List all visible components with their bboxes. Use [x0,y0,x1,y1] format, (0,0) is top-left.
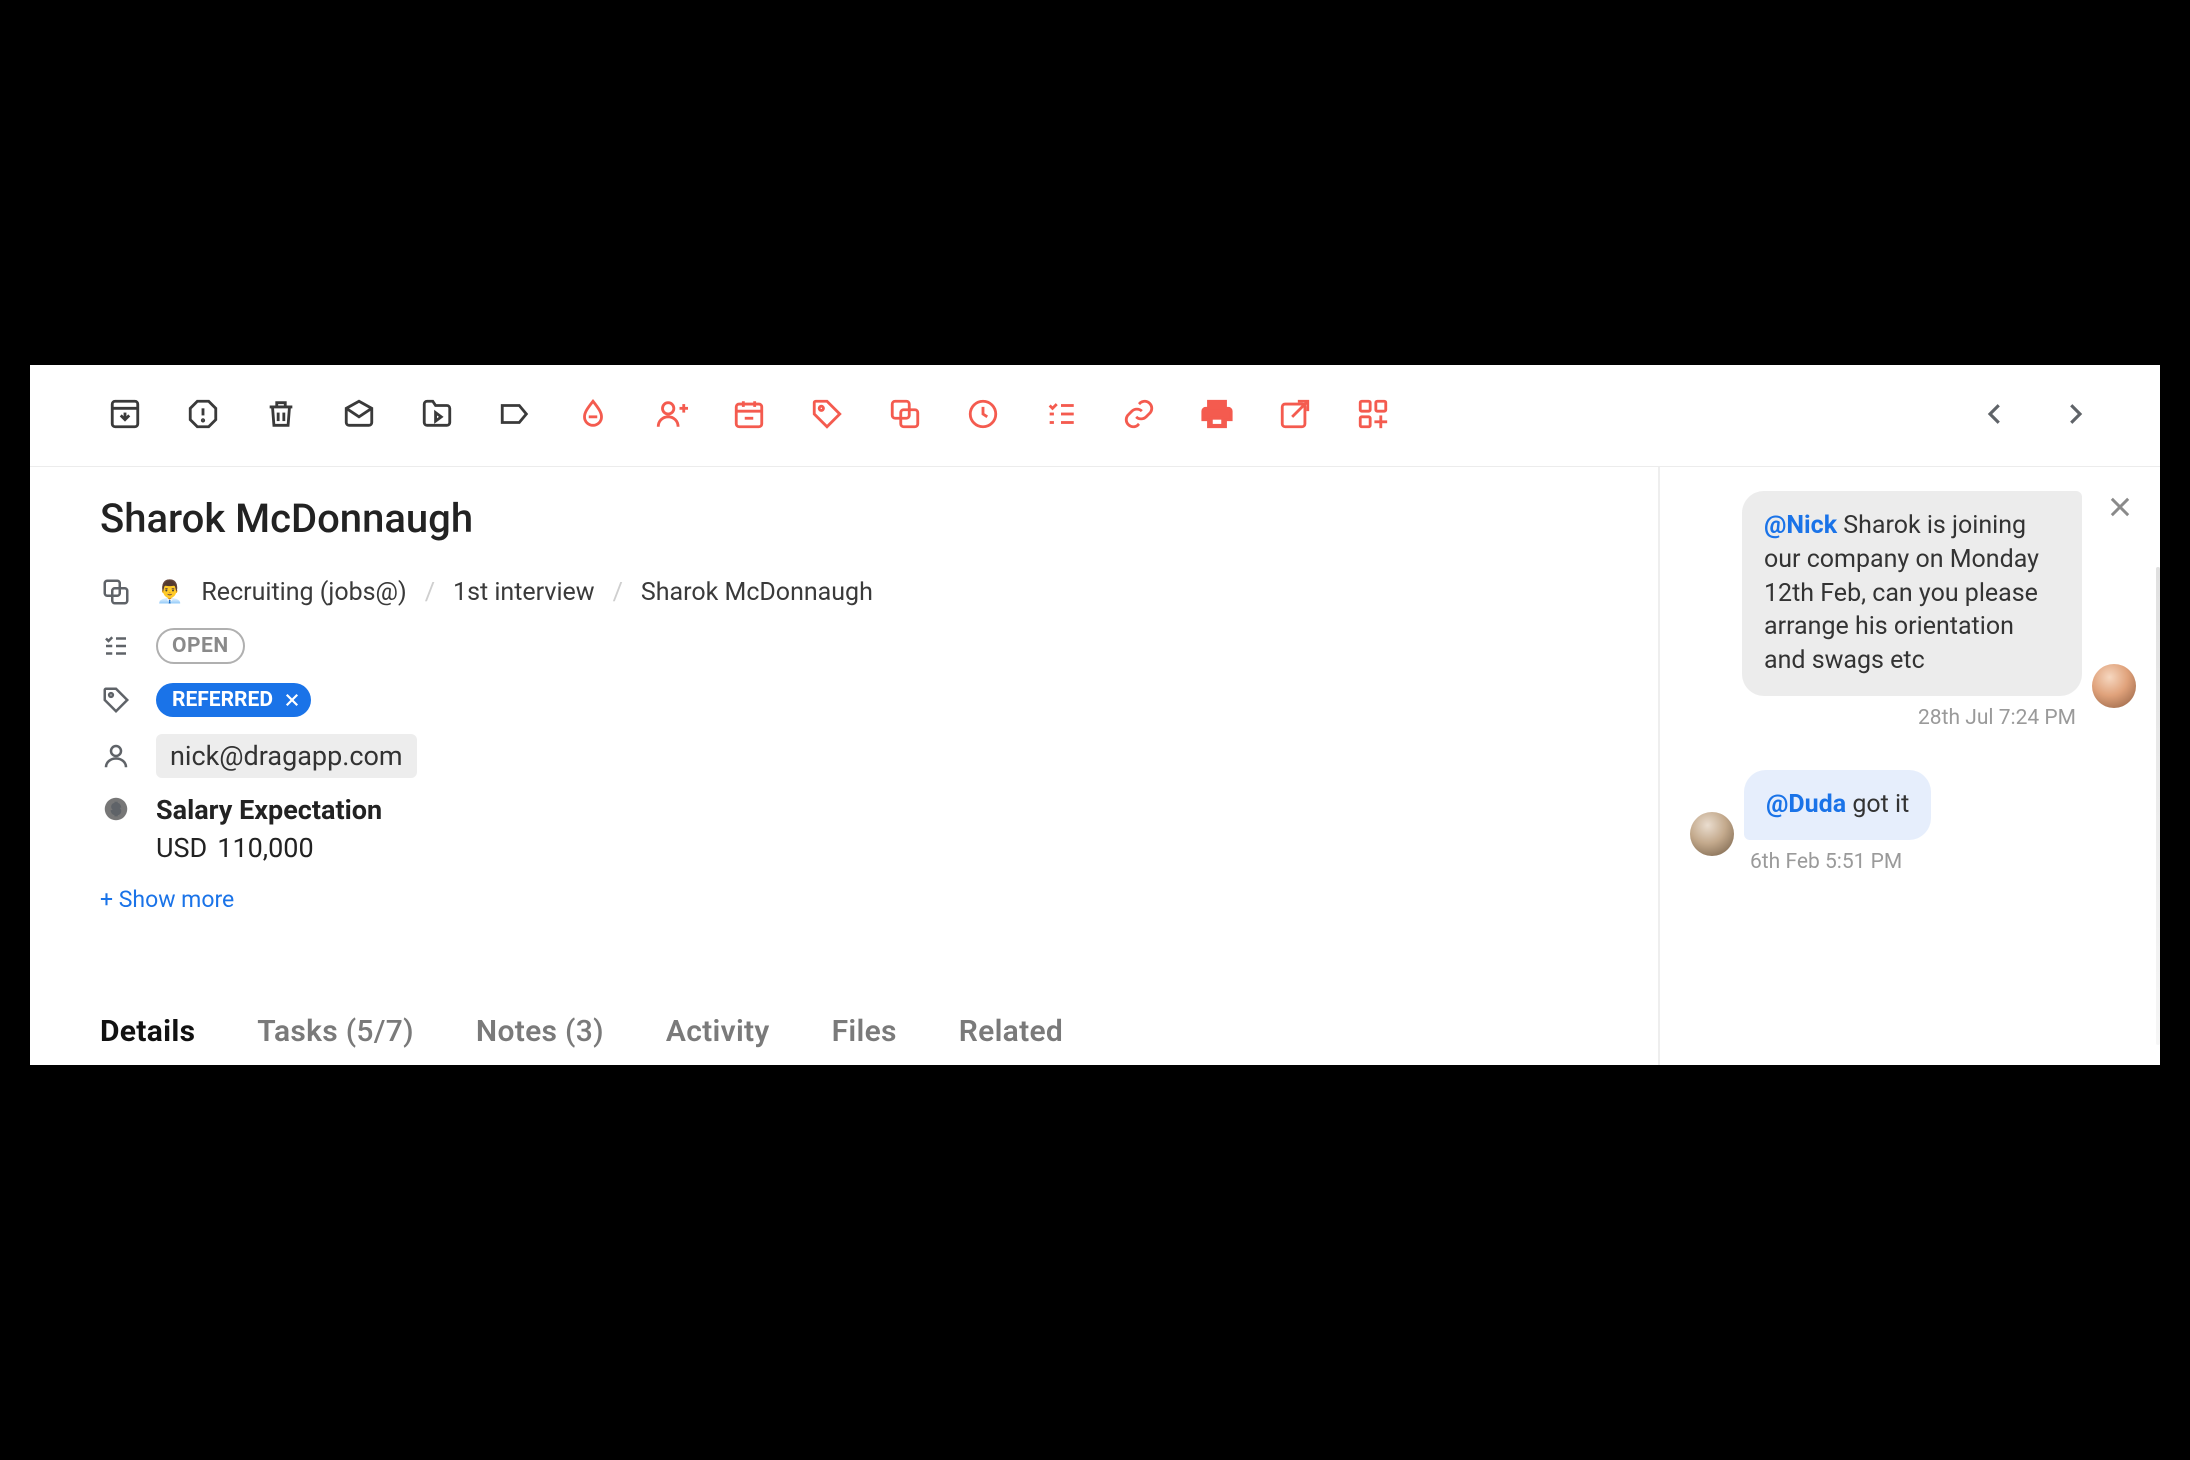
chat-mention[interactable]: @Nick [1764,511,1837,540]
board-icon [100,577,132,607]
money-icon: $ [100,794,132,824]
scrollbar[interactable] [2156,567,2160,1045]
board-emoji: 👨‍💼 [156,580,183,605]
tab-files[interactable]: Files [832,1014,897,1049]
duplicate-card-icon[interactable] [888,397,922,435]
tab-details[interactable]: Details [100,1014,195,1049]
chat-bubble: @Duda got it [1744,770,1931,840]
chat-message: @Duda got it 6th Feb 5:51 PM [1744,770,2084,874]
chat-mention[interactable]: @Duda [1766,790,1846,819]
show-more-link[interactable]: + Show more [100,886,1658,913]
breadcrumb-board[interactable]: Recruiting (jobs@) [201,578,406,607]
tab-activity[interactable]: Activity [666,1014,770,1049]
tab-notes[interactable]: Notes (3) [476,1014,604,1049]
status-badge[interactable]: OPEN [156,628,245,664]
chat-timestamp: 6th Feb 5:51 PM [1750,850,2084,874]
checklist-icon[interactable] [1044,397,1078,435]
assignee-chip[interactable]: nick@dragapp.com [156,734,417,778]
chat-message: @Nick Sharok is joining our company on M… [1742,491,2082,730]
status-icon [100,631,132,661]
move-to-icon[interactable] [420,397,454,435]
breadcrumb-row: 👨‍💼 Recruiting (jobs@) / 1st interview /… [100,568,1658,616]
snooze-icon[interactable] [966,397,1000,435]
salary-row: $ Salary Expectation USD110,000 [100,794,1658,864]
mark-unread-icon[interactable] [342,397,376,435]
card-detail-panel: Sharok McDonnaugh 👨‍💼 Recruiting (jobs@)… [30,365,2160,1065]
drop-icon[interactable] [576,397,610,435]
svg-text:$: $ [112,801,121,818]
print-icon[interactable] [1200,397,1234,435]
toolbar-icons [108,397,1390,435]
toolbar [30,365,2160,467]
tag-icon[interactable] [810,397,844,435]
tag-remove-icon[interactable] [283,691,301,709]
next-item-icon[interactable] [2060,399,2090,433]
assignee-icon [100,741,132,771]
link-icon[interactable] [1122,397,1156,435]
chat-panel: @Nick Sharok is joining our company on M… [1660,467,2160,1065]
tab-tasks[interactable]: Tasks (5/7) [257,1014,414,1049]
assignee-row: nick@dragapp.com [100,732,1658,780]
tab-related[interactable]: Related [959,1014,1063,1049]
tag-label: REFERRED [172,688,273,712]
tag-referred[interactable]: REFERRED [156,683,311,717]
avatar[interactable] [2092,664,2136,708]
status-row: OPEN [100,622,1658,670]
breadcrumb-item: Sharok McDonnaugh [641,578,873,607]
chat-timestamp: 28th Jul 7:24 PM [1742,706,2076,730]
avatar[interactable] [1690,812,1734,856]
label-icon[interactable] [498,397,532,435]
delete-icon[interactable] [264,397,298,435]
card-tabs: Details Tasks (5/7) Notes (3) Activity F… [100,1014,1618,1065]
tags-row: REFERRED [100,676,1658,724]
salary-value: USD110,000 [156,832,382,864]
card-title: Sharok McDonnaugh [100,495,1658,542]
nav-arrows [1980,399,2090,433]
archive-icon[interactable] [108,397,142,435]
breadcrumb-column[interactable]: 1st interview [453,578,595,607]
prev-item-icon[interactable] [1980,399,2010,433]
salary-label: Salary Expectation [156,794,382,826]
spam-icon[interactable] [186,397,220,435]
breadcrumb: 👨‍💼 Recruiting (jobs@) / 1st interview /… [156,578,873,607]
tags-icon [100,685,132,715]
card-main: Sharok McDonnaugh 👨‍💼 Recruiting (jobs@)… [30,467,1660,1065]
assign-person-icon[interactable] [654,397,688,435]
chat-text: got it [1852,790,1909,819]
close-chat-icon[interactable] [2106,493,2134,525]
due-date-icon[interactable] [732,397,766,435]
apps-add-icon[interactable] [1356,397,1390,435]
open-external-icon[interactable] [1278,397,1312,435]
chat-bubble: @Nick Sharok is joining our company on M… [1742,491,2082,696]
